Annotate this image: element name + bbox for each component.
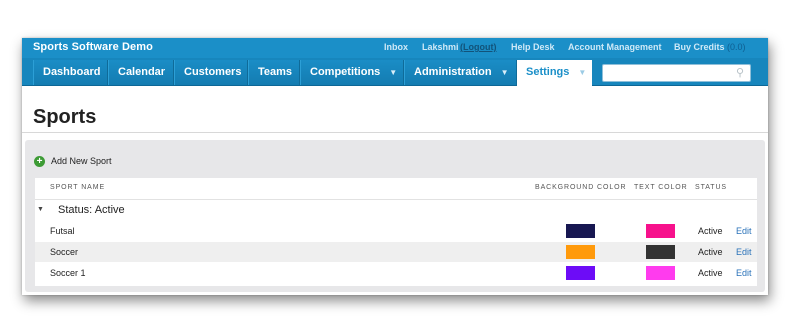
sport-name: Futsal <box>50 226 75 236</box>
status-text: Active <box>698 268 723 278</box>
search-icon[interactable]: ⚲ <box>736 66 744 79</box>
tab-teams[interactable]: Teams <box>248 60 300 85</box>
tab-label: Teams <box>258 66 293 78</box>
top-bar: Sports Software Demo Inbox Lakshmi (Logo… <box>22 38 768 58</box>
user-link[interactable]: Lakshmi <box>422 42 459 52</box>
top-links: Inbox Lakshmi (Logout) Help Desk Account… <box>22 42 768 56</box>
nav-spacer <box>22 58 33 85</box>
buy-credits-link[interactable]: Buy Credits (0.0) <box>674 42 746 52</box>
account-management-link[interactable]: Account Management <box>568 42 662 52</box>
column-header-sport-name[interactable]: SPORT NAME <box>50 184 105 191</box>
app-window: Sports Software Demo Inbox Lakshmi (Logo… <box>22 38 768 295</box>
help-desk-link[interactable]: Help Desk <box>511 42 555 52</box>
tab-administration[interactable]: Administration ▼ <box>404 60 517 85</box>
table-row: Futsal Active Edit <box>35 221 757 241</box>
credits-count: (0.0) <box>727 42 746 52</box>
tab-label: Customers <box>184 66 242 78</box>
text-color-swatch <box>646 245 675 259</box>
sport-name: Soccer <box>50 247 79 257</box>
tab-label: Competitions <box>310 66 381 78</box>
logout-link[interactable]: (Logout) <box>460 42 496 52</box>
search-input[interactable] <box>607 67 731 83</box>
column-header-status[interactable]: STATUS <box>695 184 727 191</box>
tab-settings[interactable]: Settings ▼ <box>517 60 592 86</box>
search-box[interactable]: ⚲ <box>602 64 751 83</box>
table-row: Soccer Active Edit <box>35 242 757 262</box>
sports-table: SPORT NAME BACKGROUND COLOR TEXT COLOR S… <box>35 178 757 286</box>
tab-label: Settings <box>526 66 570 78</box>
tab-label: Dashboard <box>43 66 101 78</box>
background-color-swatch <box>566 266 595 280</box>
sport-name: Soccer 1 <box>50 268 86 278</box>
title-divider <box>22 132 768 133</box>
edit-link[interactable]: Edit <box>736 268 752 278</box>
tab-competitions[interactable]: Competitions ▼ <box>300 60 404 85</box>
text-color-swatch <box>646 224 675 238</box>
tab-calendar[interactable]: Calendar <box>108 60 174 85</box>
column-header-text-color[interactable]: TEXT COLOR <box>634 184 688 191</box>
text-color-swatch <box>646 266 675 280</box>
status-text: Active <box>698 226 723 236</box>
buy-credits-label: Buy Credits <box>674 42 725 52</box>
column-header-background-color[interactable]: BACKGROUND COLOR <box>535 184 626 191</box>
inbox-link[interactable]: Inbox <box>384 42 408 52</box>
page-title: Sports <box>33 106 97 128</box>
chevron-down-icon: ▼ <box>500 68 509 77</box>
tab-customers[interactable]: Customers <box>174 60 248 85</box>
tab-dashboard[interactable]: Dashboard <box>33 60 108 85</box>
edit-link[interactable]: Edit <box>736 247 752 257</box>
tab-label: Calendar <box>118 66 166 78</box>
background-color-swatch <box>566 245 595 259</box>
background-color-swatch <box>566 224 595 238</box>
chevron-down-icon: ▼ <box>578 68 587 77</box>
add-new-sport-label: Add New Sport <box>51 156 112 166</box>
edit-link[interactable]: Edit <box>736 226 752 236</box>
chevron-down-icon: ▼ <box>389 68 398 77</box>
tab-label: Administration <box>414 66 492 78</box>
group-label: Status: Active <box>58 204 125 216</box>
main-nav: Dashboard Calendar Customers Teams Compe… <box>22 58 768 86</box>
plus-circle-icon: + <box>34 156 45 167</box>
table-row: Soccer 1 Active Edit <box>35 263 757 283</box>
group-header[interactable]: ▼ Status: Active <box>35 199 757 221</box>
status-text: Active <box>698 247 723 257</box>
collapse-caret-icon[interactable]: ▼ <box>37 206 44 213</box>
